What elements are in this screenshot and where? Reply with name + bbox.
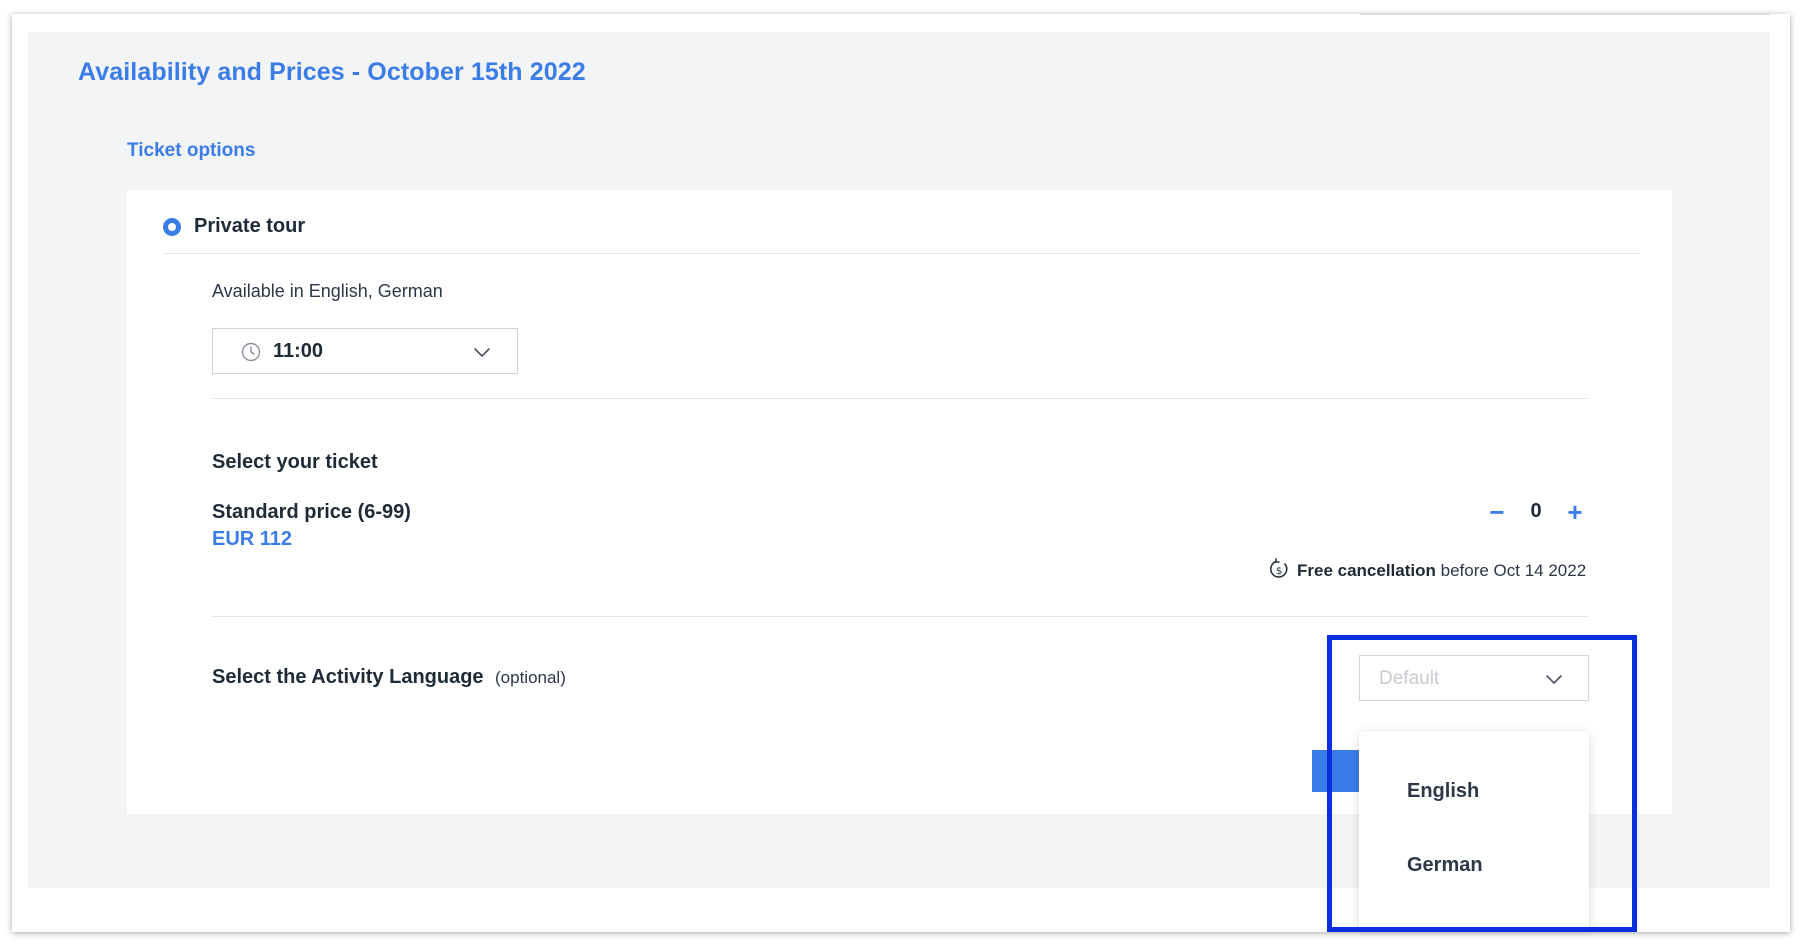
time-divider (212, 398, 1589, 399)
free-cancellation-text: Free cancellation before Oct 14 2022 (1297, 561, 1586, 581)
decrease-quantity-button[interactable]: − (1486, 497, 1508, 527)
price-category: Standard price (6-99) (212, 501, 411, 523)
select-ticket-heading: Select your ticket (212, 451, 378, 473)
svg-text:$: $ (1276, 566, 1282, 577)
page-title: Availability and Prices - October 15th 2… (78, 58, 586, 86)
option-radio[interactable] (163, 218, 181, 236)
time-select[interactable]: 11:00 (212, 328, 518, 374)
highlight-box (1327, 635, 1637, 932)
refund-clock-icon: $ (1270, 558, 1288, 578)
cancellation-deadline: before Oct 14 2022 (1435, 561, 1587, 580)
free-cancellation-label: Free cancellation (1297, 561, 1436, 580)
quantity-value: 0 (1530, 500, 1542, 522)
language-optional-note: (optional) (495, 668, 566, 687)
increase-quantity-button[interactable]: + (1563, 497, 1587, 527)
time-value: 11:00 (273, 340, 324, 362)
ticket-options-link[interactable]: Ticket options (127, 140, 255, 162)
availability-text: Available in English, German (212, 281, 443, 301)
option-divider (163, 253, 1640, 254)
chevron-down-icon (474, 348, 490, 358)
top-divider (1360, 14, 1770, 15)
ticket-divider (212, 616, 1589, 617)
price-value: EUR 112 (212, 528, 293, 550)
language-label: Select the Activity Language (212, 666, 484, 688)
clock-icon (241, 342, 261, 362)
option-title[interactable]: Private tour (194, 215, 305, 238)
